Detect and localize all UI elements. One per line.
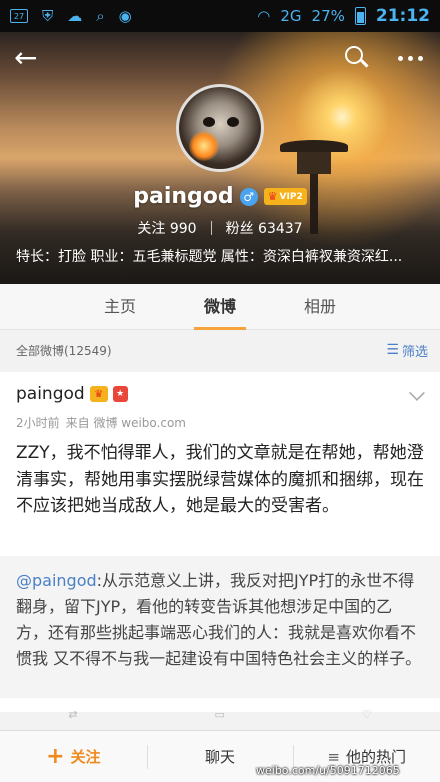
following-label: 关注 bbox=[137, 221, 166, 237]
following-stat[interactable]: 关注 990 bbox=[137, 218, 196, 238]
stat-divider bbox=[210, 221, 212, 235]
profile-cover: ← paingod ♂ ♛ VIP2 关注 990 粉丝 63437 特长：打脸 … bbox=[0, 32, 440, 284]
filter-bar: 全部微博(12549) ☰ 筛选 bbox=[0, 330, 440, 370]
filter-button[interactable]: ☰ 筛选 bbox=[386, 341, 428, 360]
post-header: paingod ♛ ★ bbox=[16, 384, 128, 404]
profile-stats: 关注 990 粉丝 63437 bbox=[0, 218, 440, 238]
tab-album[interactable]: 相册 bbox=[290, 284, 350, 330]
filter-label: 筛选 bbox=[401, 344, 428, 360]
post-card[interactable]: paingod ♛ ★ 2小时前 来自 微博 weibo.com ZZY，我不怕… bbox=[0, 372, 440, 721]
signal-icon: 2G bbox=[280, 7, 302, 25]
repost-mention[interactable]: @paingod bbox=[16, 571, 97, 590]
filter-icon: ☰ bbox=[386, 342, 399, 358]
weather-icon: ☁ bbox=[67, 7, 83, 25]
vip-crown-icon: ♛ bbox=[89, 386, 108, 402]
wifi-icon: ◠ bbox=[257, 7, 271, 25]
comment-icon[interactable]: ▭ bbox=[214, 708, 224, 728]
back-arrow-icon[interactable]: ← bbox=[14, 44, 44, 72]
post-source: 来自 微博 weibo.com bbox=[65, 416, 186, 430]
vip-badge[interactable]: ♛ VIP2 bbox=[263, 188, 307, 205]
following-count: 990 bbox=[169, 221, 197, 237]
red-badge-icon: ★ bbox=[112, 386, 128, 402]
wechat-icon: ◉ bbox=[118, 7, 132, 25]
male-gender-icon: ♂ bbox=[239, 187, 258, 206]
follow-button[interactable]: + 关注 bbox=[0, 731, 147, 782]
vip-label: VIP2 bbox=[279, 191, 303, 202]
profile-bio[interactable]: 特长：打脸 职业：五毛兼标题党 属性：资深白裤衩兼资深红... bbox=[16, 246, 422, 266]
reposted-content[interactable]: @paingod:从示范意义上讲，我反对把JYP打的永世不得翻身，留下JYP，看… bbox=[0, 556, 440, 698]
profile-name: paingod bbox=[133, 184, 234, 209]
battery-icon bbox=[354, 7, 366, 25]
more-options-icon[interactable] bbox=[398, 56, 423, 61]
notification-count-icon: 27 bbox=[10, 9, 28, 23]
post-actions: ⇄ ▭ ♡ bbox=[0, 708, 440, 728]
follow-label: 关注 bbox=[70, 748, 101, 766]
tab-home[interactable]: 主页 bbox=[90, 284, 150, 330]
notification-count: 27 bbox=[13, 11, 25, 21]
list-icon: ≡ bbox=[327, 747, 340, 766]
profile-name-row: paingod ♂ ♛ VIP2 bbox=[0, 184, 440, 209]
search-icon: ⌕ bbox=[96, 7, 105, 25]
crown-icon: ♛ bbox=[267, 190, 278, 203]
followers-stat[interactable]: 粉丝 63437 bbox=[226, 218, 303, 238]
chat-label: 聊天 bbox=[205, 748, 236, 766]
clock: 21:12 bbox=[375, 6, 430, 26]
all-posts-count[interactable]: 全部微博(12549) bbox=[16, 342, 112, 359]
post-author[interactable]: paingod bbox=[16, 384, 85, 404]
tab-weibo[interactable]: 微博 bbox=[190, 284, 250, 330]
post-meta: 2小时前 来自 微博 weibo.com bbox=[16, 414, 186, 431]
shield-icon: ⛨ bbox=[42, 7, 54, 25]
followers-count: 63437 bbox=[258, 221, 303, 237]
post-text: ZZY，我不怕得罪人，我们的文章就是在帮她，帮她澄清事实，帮她用事实摆脱绿营媒体… bbox=[16, 443, 424, 516]
chevron-down-icon[interactable] bbox=[409, 385, 425, 401]
plus-icon: + bbox=[46, 743, 65, 769]
profile-tabs: 主页 微博 相册 bbox=[0, 284, 440, 330]
like-icon[interactable]: ♡ bbox=[362, 708, 372, 728]
battery-percent: 27% bbox=[311, 7, 345, 25]
search-button[interactable] bbox=[345, 46, 371, 72]
repost-icon[interactable]: ⇄ bbox=[68, 708, 77, 728]
status-bar: 27 ⛨ ☁ ⌕ ◉ ◠ 2G 27% 21:12 bbox=[0, 0, 440, 32]
avatar[interactable] bbox=[176, 84, 264, 172]
watermark: weibo.com/u/5091712065 bbox=[256, 764, 400, 777]
post-time: 2小时前 bbox=[16, 416, 60, 430]
followers-label: 粉丝 bbox=[225, 221, 254, 237]
